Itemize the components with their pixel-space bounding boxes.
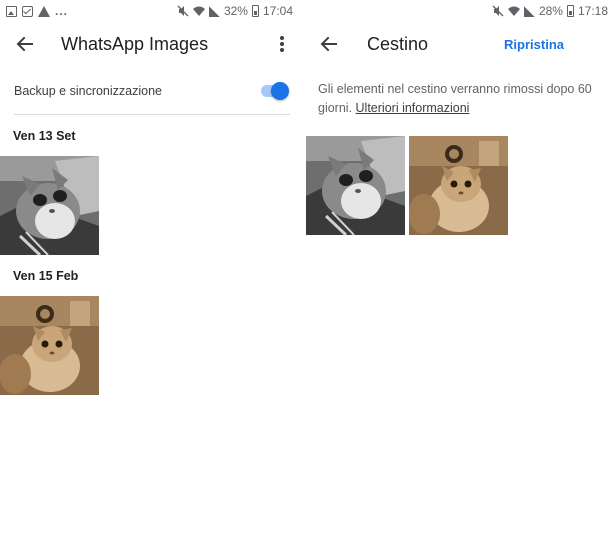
checkbox-icon: [22, 5, 33, 17]
wifi-icon: [507, 6, 520, 16]
backup-sync-setting[interactable]: Backup e sincronizzazione: [0, 76, 290, 114]
gallery-icon: [6, 5, 17, 17]
status-bar: 28% 17:18: [304, 0, 610, 22]
more-options-icon[interactable]: [276, 33, 288, 55]
page-title: WhatsApp Images: [61, 34, 209, 54]
mute-icon: [177, 5, 189, 17]
status-time: 17:18: [577, 4, 608, 18]
warning-icon: [38, 5, 50, 17]
sepia-kitten-photo: [0, 296, 99, 395]
backup-sync-label: Backup e sincronizzazione: [14, 84, 162, 98]
grey-tabby-cat-photo: [306, 136, 405, 235]
date-header: Ven 13 Set: [13, 129, 76, 143]
trash-photo-grey-cat[interactable]: [306, 136, 405, 235]
trash-screen: 28% 17:18 Cestino Ripristina Gli element…: [304, 0, 610, 540]
whatsapp-images-folder-screen: ... 32% 17:04 WhatsApp Images Backup e s…: [0, 0, 295, 540]
battery-percent: 32%: [223, 4, 248, 18]
trash-info-text: Gli elementi nel cestino verranno rimoss…: [318, 80, 603, 118]
divider: [14, 114, 290, 115]
signal-icon: [523, 5, 535, 17]
restore-button[interactable]: Ripristina: [504, 37, 564, 52]
mute-icon: [492, 5, 504, 17]
back-arrow-icon[interactable]: [318, 33, 340, 55]
battery-percent: 28%: [538, 4, 563, 18]
battery-icon: [566, 5, 574, 17]
photo-thumbnail-grey-cat[interactable]: [0, 156, 99, 255]
signal-icon: [208, 5, 220, 17]
grey-tabby-cat-photo: [0, 156, 99, 255]
more-notifications-ellipsis: ...: [55, 4, 69, 18]
date-header: Ven 15 Feb: [13, 269, 79, 283]
photo-thumbnail-sepia-kitten[interactable]: [0, 296, 99, 395]
backup-sync-toggle[interactable]: [259, 82, 289, 100]
wifi-icon: [192, 6, 205, 16]
sepia-kitten-photo: [409, 136, 508, 235]
battery-icon: [251, 5, 259, 17]
back-arrow-icon[interactable]: [14, 33, 36, 55]
app-bar: WhatsApp Images: [0, 22, 295, 66]
page-title: Cestino: [367, 34, 429, 54]
status-bar: ... 32% 17:04: [0, 0, 295, 22]
learn-more-link[interactable]: Ulteriori informazioni: [356, 101, 470, 115]
app-bar: Cestino Ripristina: [304, 22, 610, 66]
status-time: 17:04: [262, 4, 293, 18]
trash-photo-sepia-kitten[interactable]: [409, 136, 508, 235]
